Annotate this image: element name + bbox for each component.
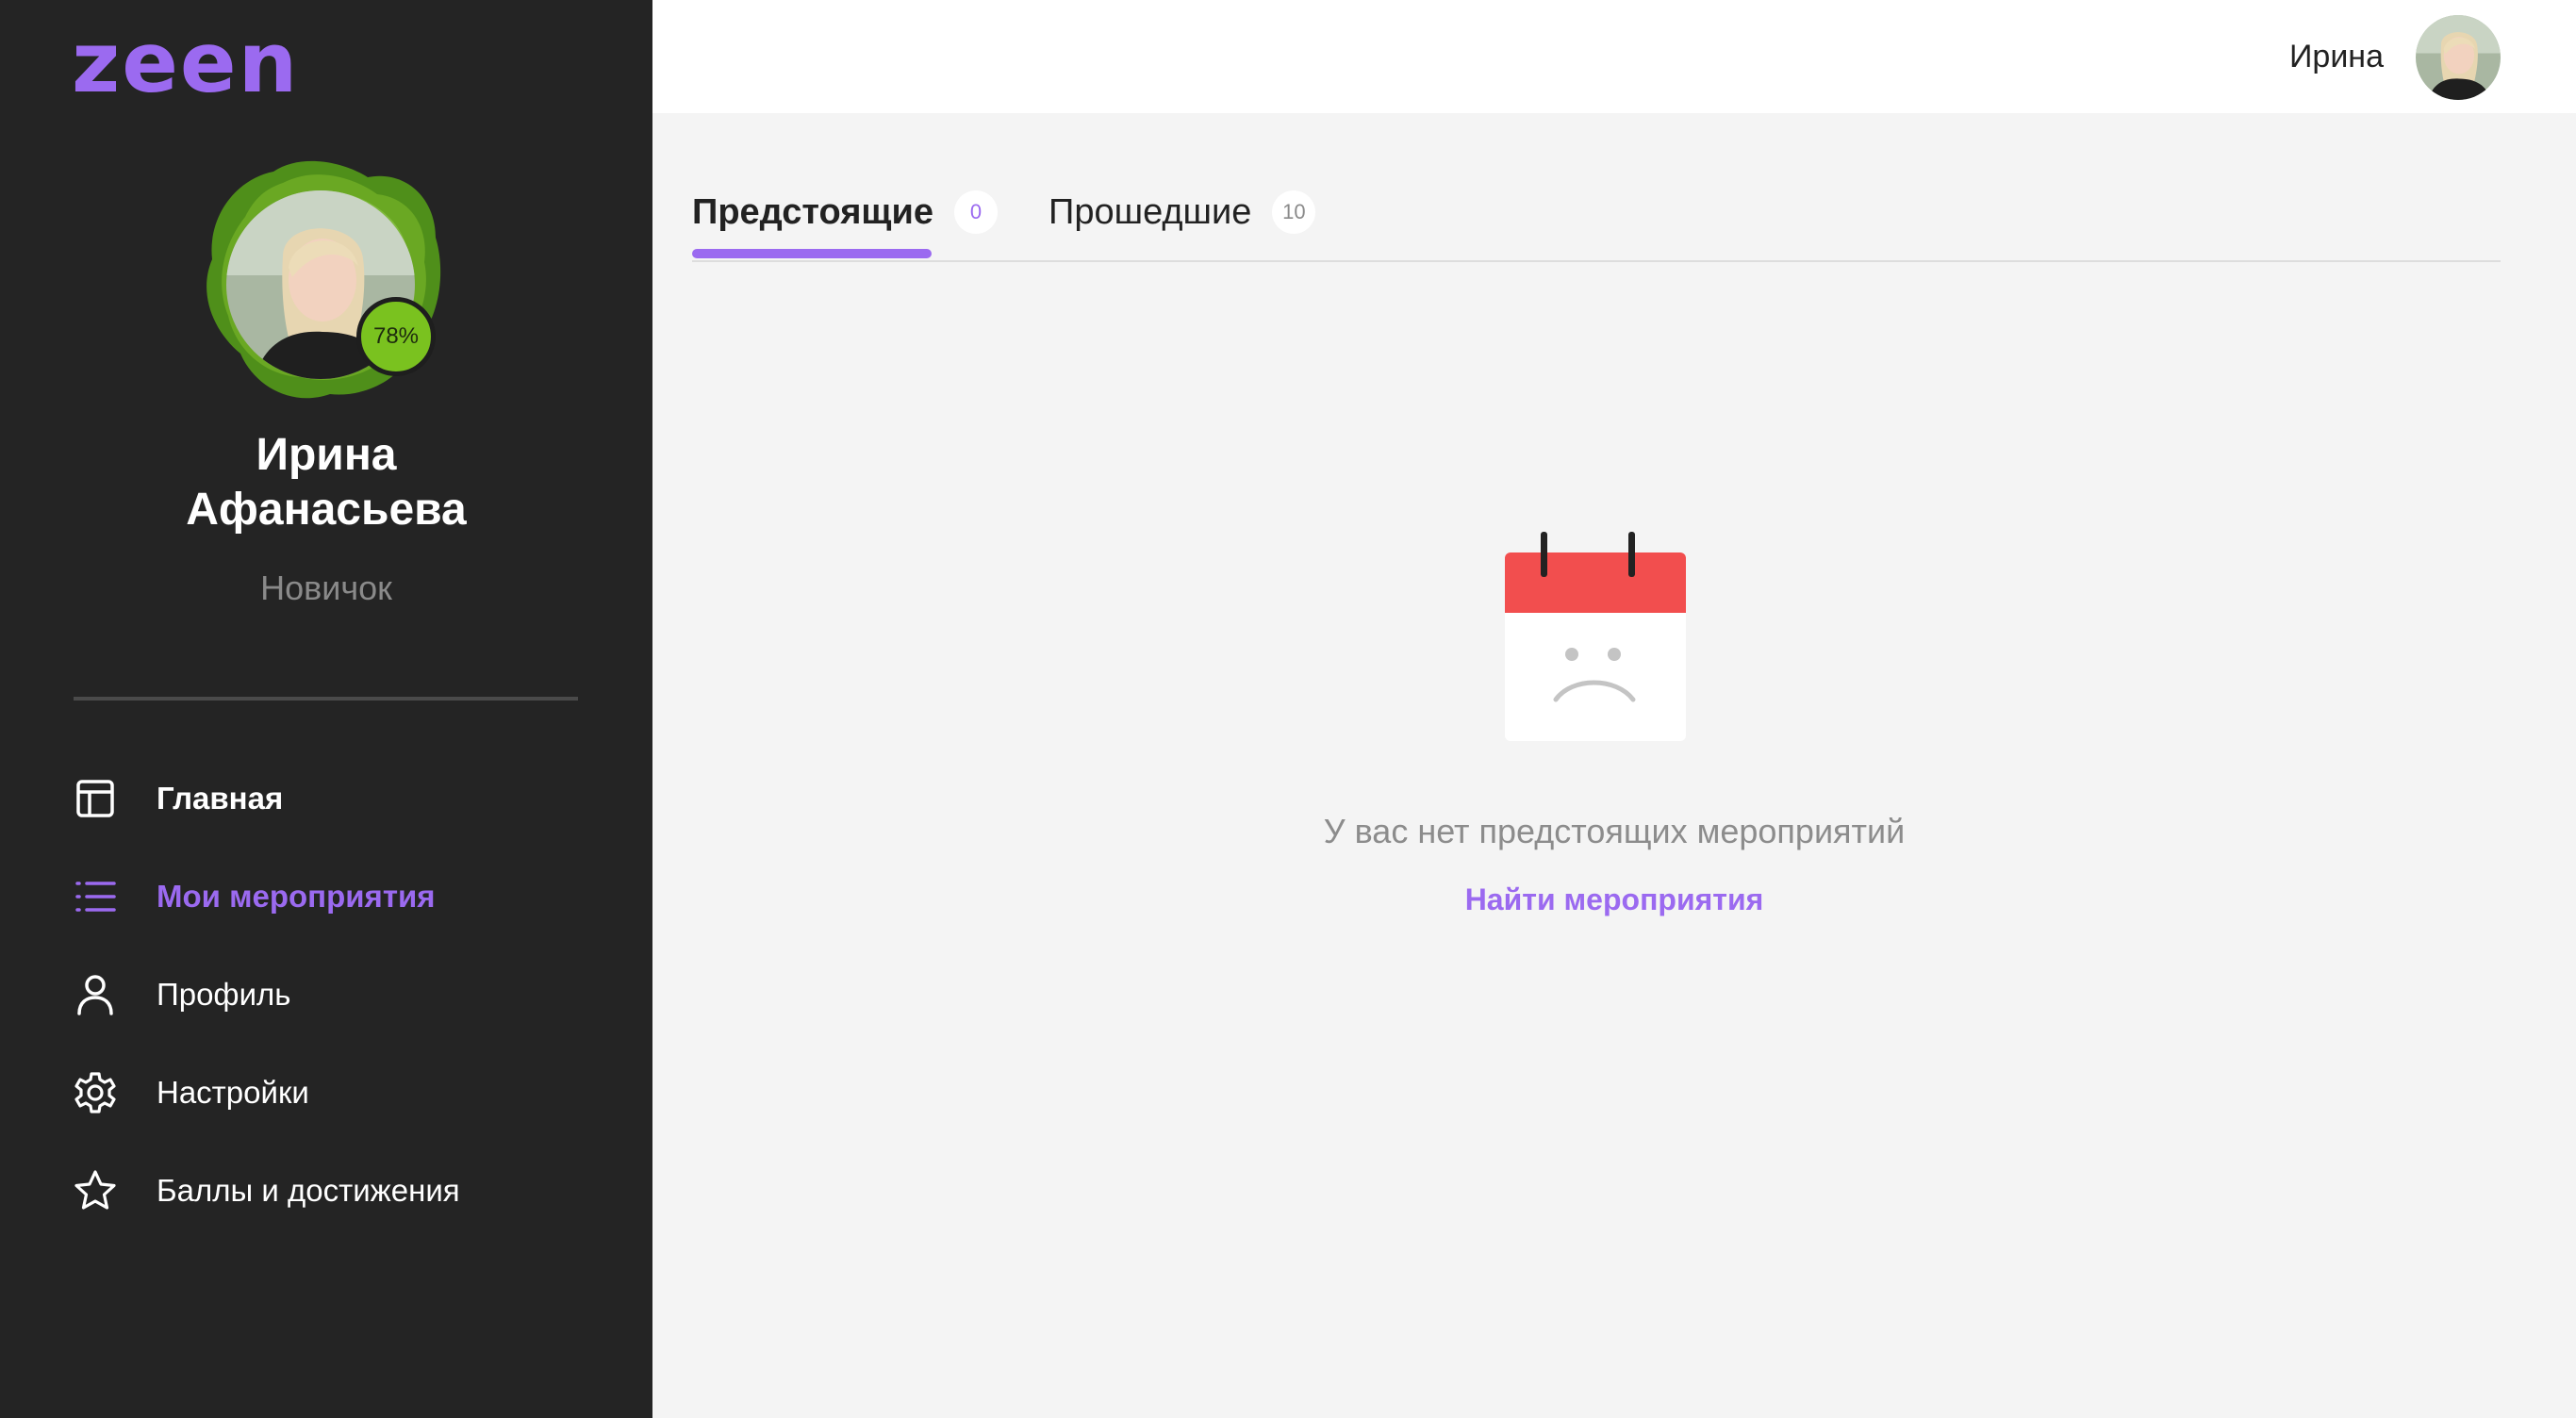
sidebar-item-label: Баллы и достижения bbox=[157, 1173, 460, 1208]
sad-calendar-icon bbox=[1501, 528, 1690, 745]
tab-upcoming[interactable]: Предстоящие 0 bbox=[692, 179, 998, 258]
active-tab-indicator bbox=[692, 249, 932, 258]
profile-last-name: Афанасьева bbox=[186, 485, 467, 535]
sidebar-nav: Главная Мои мероприятия Профиль Настройк… bbox=[74, 750, 602, 1240]
profile-avatar-block: 78% bbox=[189, 151, 453, 415]
profile-level: Новичок bbox=[260, 569, 392, 607]
events-tabs: Предстоящие 0 Прошедшие 10 bbox=[692, 179, 2501, 262]
profile-progress-badge: 78% bbox=[356, 297, 436, 376]
sidebar-item-label: Мои мероприятия bbox=[157, 879, 436, 914]
sidebar-item-label: Настройки bbox=[157, 1075, 309, 1110]
sidebar-divider bbox=[74, 697, 578, 701]
tab-label: Предстоящие bbox=[692, 192, 933, 232]
sidebar-item-profile[interactable]: Профиль bbox=[74, 946, 602, 1044]
top-header: Ирина bbox=[652, 0, 2576, 113]
zeen-logo[interactable]: zeen bbox=[72, 21, 299, 106]
tab-count-badge: 10 bbox=[1272, 190, 1316, 234]
sidebar-item-my-events[interactable]: Мои мероприятия bbox=[74, 848, 602, 946]
tab-count-badge: 0 bbox=[953, 190, 998, 234]
empty-state-message: У вас нет предстоящих мероприятий bbox=[1323, 812, 1906, 850]
sidebar-item-home[interactable]: Главная bbox=[74, 750, 602, 848]
header-username[interactable]: Ирина bbox=[2289, 36, 2384, 77]
gear-icon bbox=[74, 1071, 117, 1114]
star-icon bbox=[74, 1169, 117, 1212]
sidebar-item-points[interactable]: Баллы и достижения bbox=[74, 1142, 602, 1240]
profile-first-name: Ирина bbox=[256, 430, 397, 480]
sidebar: zeen 78% Ирина Афанасьева Новичок Главна… bbox=[0, 0, 652, 1418]
find-events-link[interactable]: Найти мероприятия bbox=[652, 879, 2576, 920]
avatar-photo bbox=[2416, 15, 2501, 100]
sidebar-item-settings[interactable]: Настройки bbox=[74, 1044, 602, 1142]
list-icon bbox=[74, 875, 117, 918]
profile-full-name: Ирина Афанасьева bbox=[0, 428, 652, 537]
header-avatar[interactable] bbox=[2416, 15, 2501, 100]
layout-icon bbox=[74, 777, 117, 820]
sidebar-item-label: Профиль bbox=[157, 977, 291, 1012]
tab-label: Прошедшие bbox=[1049, 192, 1252, 232]
tab-past[interactable]: Прошедшие 10 bbox=[1049, 179, 1316, 258]
user-icon bbox=[74, 973, 117, 1016]
sidebar-item-label: Главная bbox=[157, 781, 284, 816]
